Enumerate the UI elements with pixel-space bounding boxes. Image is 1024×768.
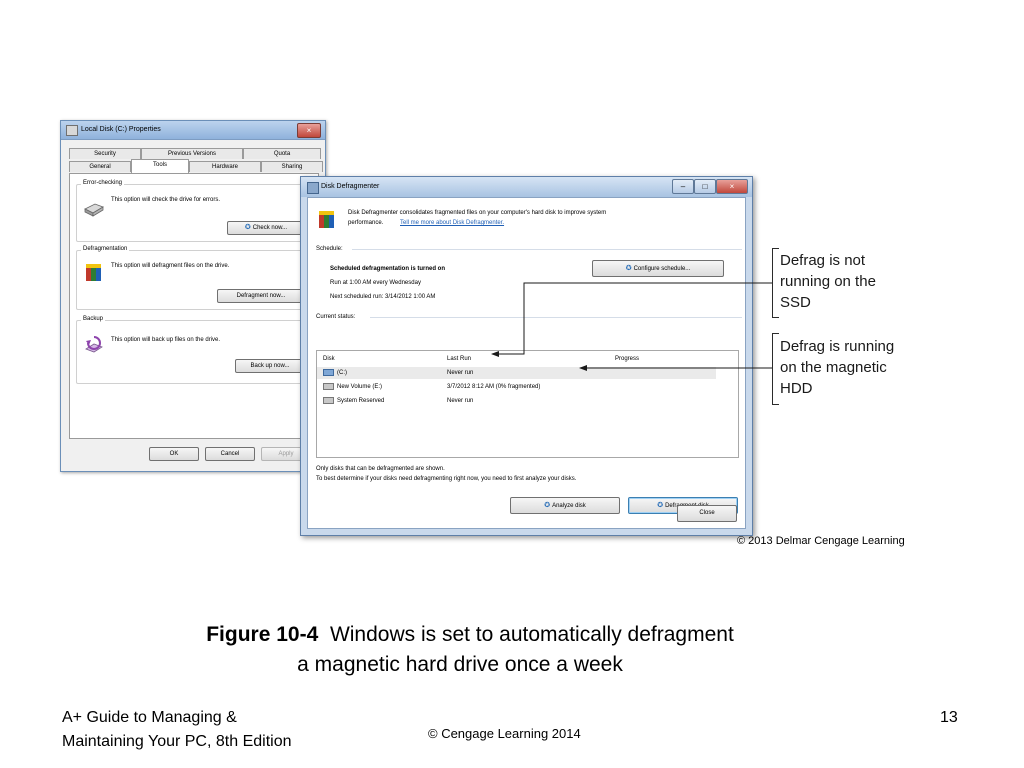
callout-hdd: Defrag is running on the magnetic HDD [780,336,894,399]
arrow-to-c-drive [491,282,772,357]
callout-bracket-ssd [772,248,779,318]
callout-hdd-line: on the magnetic [780,359,887,376]
callout-ssd-line: SSD [780,294,811,311]
callout-hdd-line: Defrag is running [780,338,895,355]
book-title: A+ Guide to Managing & Maintaining Your … [62,706,291,754]
caption-text-1: Windows is set to automatically defragme… [329,623,734,646]
caption-text-2: a magnetic hard drive once a week [297,653,623,676]
caption-line-1: Figure 10-4 Windows is set to automatica… [0,620,920,650]
callout-ssd-line: running on the [780,273,876,290]
image-copyright: © 2013 Delmar Cengage Learning [737,535,905,547]
page-number: 13 [940,709,958,726]
footer-copyright: © Cengage Learning 2014 [428,726,581,741]
callout-hdd-line: HDD [780,380,813,397]
callout-ssd-line: Defrag is not [780,252,866,269]
callout-bracket-hdd [772,333,779,405]
figure-caption: Figure 10-4 Windows is set to automatica… [0,620,920,680]
callout-ssd: Defrag is not running on the SSD [780,250,876,313]
book-title-line: Maintaining Your PC, 8th Edition [62,733,292,750]
book-title-line: A+ Guide to Managing & [62,709,237,726]
figure-label: Figure 10-4 [206,623,319,646]
